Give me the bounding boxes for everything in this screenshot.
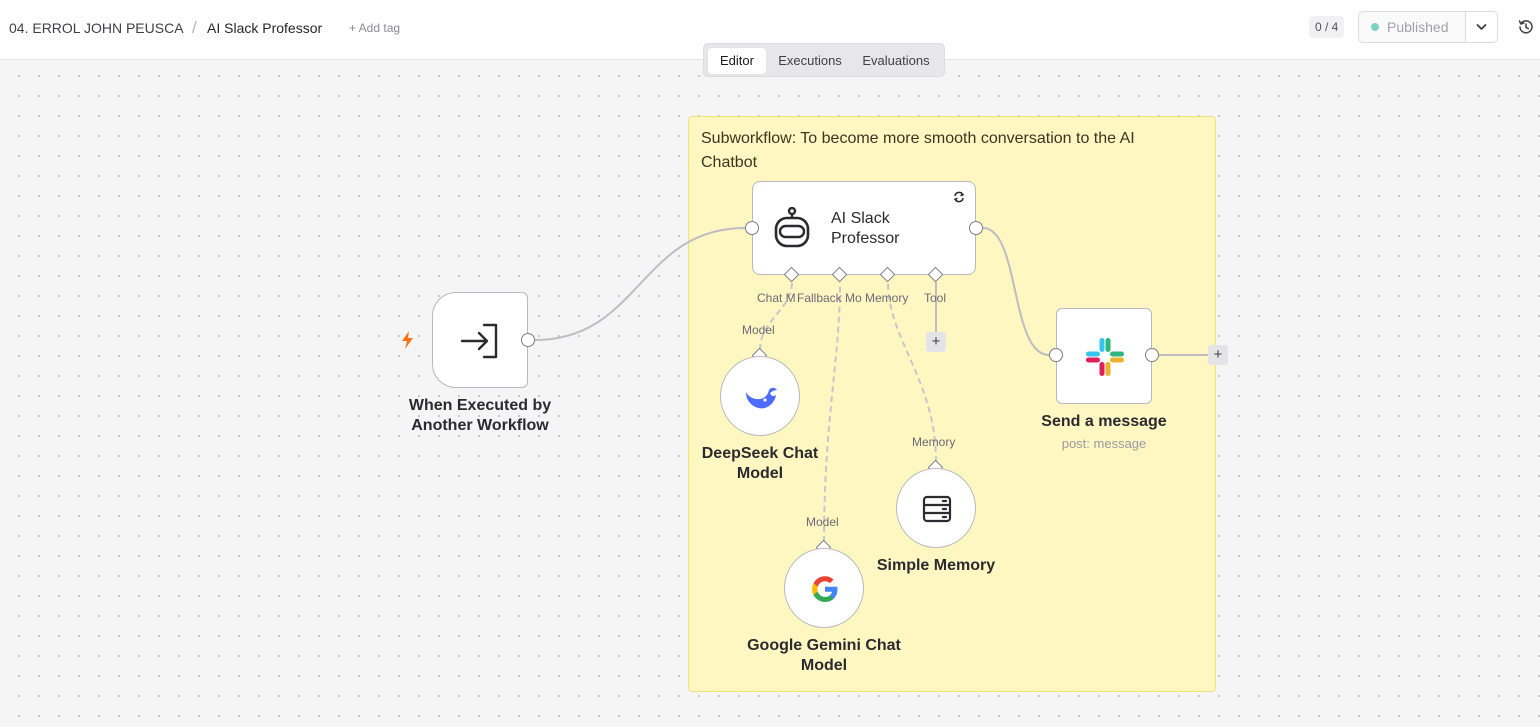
gemini-connector-label: Model — [806, 515, 839, 529]
node-simple-memory[interactable] — [896, 468, 976, 548]
memory-connector-label: Memory — [912, 435, 956, 449]
view-tabs: Editor Executions Evaluations — [703, 43, 945, 77]
trigger-output-handle[interactable] — [521, 333, 535, 347]
published-status-dot — [1371, 23, 1379, 31]
memory-input-label: Memory — [865, 291, 909, 305]
sign-in-icon — [460, 323, 498, 359]
slack-input-handle[interactable] — [1049, 348, 1063, 362]
workflow-name[interactable]: AI Slack Professor — [207, 20, 322, 36]
node-when-executed-by-another-workflow[interactable] — [432, 292, 528, 388]
node-send-a-message[interactable] — [1056, 308, 1152, 404]
lightning-icon — [402, 331, 413, 349]
chevron-down-icon — [1476, 24, 1487, 30]
refresh-icon — [953, 191, 965, 203]
slack-node-label: Send a message — [1041, 413, 1167, 430]
history-icon[interactable] — [1518, 19, 1534, 35]
slack-output-handle[interactable] — [1145, 348, 1159, 362]
google-g-icon — [812, 576, 838, 602]
add-next-node-button[interactable]: + — [1208, 345, 1228, 365]
robot-icon — [774, 207, 810, 248]
fallback-model-input-label: Fallback Mo — [797, 291, 862, 305]
agent-output-handle[interactable] — [969, 221, 983, 235]
published-label: Published — [1387, 19, 1449, 35]
node-google-gemini-chat-model[interactable] — [784, 548, 864, 628]
tab-evaluations[interactable]: Evaluations — [854, 48, 938, 74]
tab-editor[interactable]: Editor — [708, 48, 766, 74]
agent-node-label: AI Slack Professor — [831, 210, 900, 247]
deepseek-connector-label: Model — [742, 323, 775, 337]
deepseek-node-label: DeepSeek Chat Model — [701, 445, 819, 482]
publish-options-dropdown[interactable] — [1465, 11, 1498, 43]
slack-node-sublabel: post: message — [1061, 436, 1147, 451]
deepseek-whale-icon — [746, 387, 777, 409]
node-deepseek-chat-model[interactable] — [720, 356, 800, 436]
database-icon — [922, 495, 952, 523]
version-counter-badge: 0 / 4 — [1309, 16, 1345, 38]
breadcrumb-project[interactable]: 04. ERROL JOHN PEUSCA — [9, 20, 184, 36]
node-ai-slack-professor[interactable]: AI Slack Professor — [752, 181, 976, 275]
tab-executions[interactable]: Executions — [770, 48, 850, 74]
gemini-node-label: Google Gemini Chat Model — [747, 637, 901, 674]
sticky-note-text: Subworkflow: To become more smooth conve… — [701, 130, 1135, 171]
chat-model-input-label: Chat M — [757, 291, 796, 305]
agent-input-handle[interactable] — [745, 221, 759, 235]
slack-icon — [1086, 338, 1124, 376]
published-button[interactable]: Published — [1358, 11, 1466, 43]
trigger-node-label: When Executed by Another Workflow — [408, 397, 552, 434]
add-tag-button[interactable]: + Add tag — [349, 21, 400, 35]
tool-input-label: Tool — [924, 291, 947, 305]
memory-node-label: Simple Memory — [876, 557, 996, 574]
add-tool-button[interactable]: + — [926, 332, 946, 352]
breadcrumb-separator: / — [192, 18, 197, 37]
